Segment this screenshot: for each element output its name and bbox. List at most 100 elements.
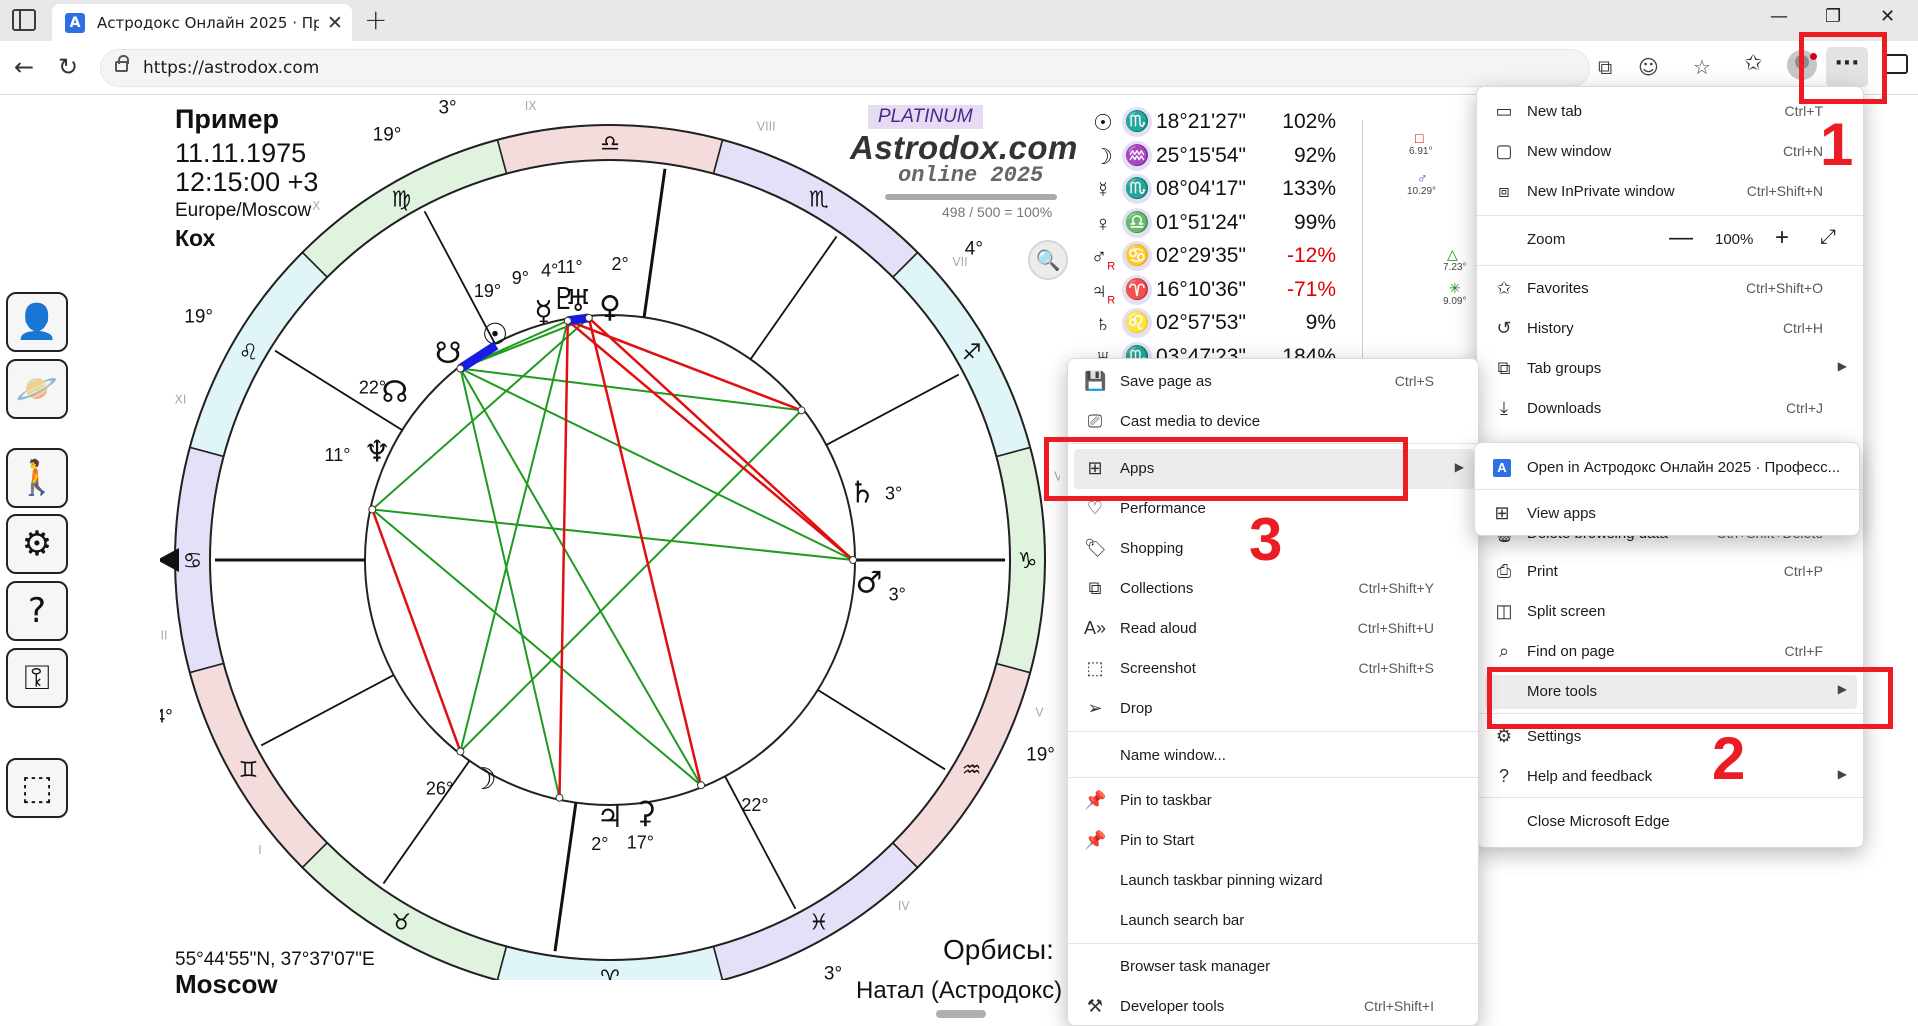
new-tab-icon: ▭	[1495, 101, 1513, 121]
find-icon: ⌕	[1498, 641, 1510, 661]
planet-glyph: ♄	[849, 475, 876, 510]
menu-find-on-page[interactable]: ⌕ Find on page Ctrl+F	[1477, 635, 1863, 669]
zoom-out-button[interactable]: —	[1669, 224, 1693, 252]
menu-pinning-wizard[interactable]: Launch taskbar pinning wizard	[1068, 864, 1478, 898]
sidebar-toggle-icon[interactable]	[1884, 54, 1908, 74]
planet-strength: 9%	[1305, 311, 1336, 334]
menu-screenshot[interactable]: ⬚ Screenshot Ctrl+Shift+S	[1068, 652, 1478, 686]
menu-pin-taskbar[interactable]: 📌 Pin to taskbar	[1068, 784, 1478, 818]
house-numeral: XI	[175, 393, 187, 407]
browser-tab[interactable]: A Астродокс Онлайн 2025 · Профе ✕	[52, 4, 352, 41]
menu-save-page[interactable]: 💾 Save page as Ctrl+S	[1068, 365, 1478, 399]
menu-open-in-app[interactable]: A Open in Астродокс Онлайн 2025 · Професс…	[1475, 451, 1859, 485]
aspect-glyph-cell: △	[1447, 246, 1458, 262]
menu-task-manager[interactable]: Browser task manager	[1068, 950, 1478, 984]
house-numeral: VIII	[757, 120, 776, 134]
planet-icon[interactable]: 🪐	[6, 359, 68, 419]
planet-row[interactable]: ♂R ♋ 02°29'35" -12%	[1090, 241, 1340, 273]
cusp-degree-label: 19°	[373, 125, 402, 146]
ascendant-arrow-icon	[160, 548, 179, 572]
site-info-lock-icon[interactable]	[115, 55, 129, 72]
menu-new-window[interactable]: ▢ New window Ctrl+N	[1477, 135, 1863, 169]
menu-pin-start[interactable]: 📌 Pin to Start	[1068, 824, 1478, 858]
tab-close-icon[interactable]: ✕	[327, 12, 343, 34]
minimize-icon[interactable]: —	[1770, 6, 1788, 27]
menu-favorites[interactable]: ✩ Favorites Ctrl+Shift+O	[1477, 272, 1863, 306]
planet-glyph: ♃R	[1090, 277, 1116, 306]
zodiac-sign-glyph: ♓	[809, 911, 829, 936]
planet-row[interactable]: ♃R ♈ 16°10'36" -71%	[1090, 274, 1340, 307]
planet-glyph: ☿	[534, 295, 552, 330]
house-numeral: II	[450, 978, 457, 980]
planet-row[interactable]: ☽ ♒ 25°15'54" 92%	[1090, 140, 1340, 173]
menu-collections[interactable]: ⧉ Collections Ctrl+Shift+Y	[1068, 572, 1478, 606]
help-icon[interactable]: ?	[6, 581, 68, 641]
planet-row[interactable]: ☿ ♏ 08°04'17" 133%	[1090, 174, 1340, 206]
refresh-icon[interactable]: ↻	[58, 53, 78, 81]
inprivate-icon: ⧈	[1498, 181, 1510, 201]
tab-actions-icon[interactable]	[12, 9, 36, 31]
favorites-icon[interactable]: ✩	[1744, 51, 1762, 76]
menu-developer-tools[interactable]: ⚒ Developer tools Ctrl+Shift+I	[1068, 990, 1478, 1024]
planet-row[interactable]: ♄ ♌ 02°57'53" 9%	[1090, 308, 1340, 340]
planet-row[interactable]: ♀ ♎ 01°51'24" 99%	[1090, 207, 1340, 240]
new-tab-plus-icon[interactable]: +	[364, 3, 387, 36]
menu-name-window[interactable]: Name window...	[1068, 739, 1478, 773]
menu-search-bar[interactable]: Launch search bar	[1068, 904, 1478, 938]
fullscreen-icon[interactable]: ⤢	[1820, 226, 1836, 249]
menu-divider	[1477, 265, 1863, 266]
aspect-endpoint	[555, 793, 564, 802]
aspect-endpoint	[368, 505, 377, 514]
zoom-in-button[interactable]: +	[1775, 224, 1789, 252]
add-favorite-star-icon[interactable]: ☆	[1693, 55, 1711, 79]
astrodox-favicon-icon: A	[65, 12, 85, 33]
menu-print[interactable]: ⎙ Print Ctrl+P	[1477, 555, 1863, 589]
close-window-icon[interactable]: ✕	[1880, 6, 1895, 27]
planet-glyph: ☋	[435, 336, 462, 371]
zodiac-sign-glyph: ♏	[809, 187, 829, 212]
new-window-icon: ▢	[1495, 141, 1513, 161]
planet-degree-label: 2°	[612, 254, 629, 274]
aspect-glyph-cell: ✳	[1449, 280, 1461, 296]
menu-split-screen[interactable]: ◫ Split screen	[1477, 595, 1863, 629]
planet-row[interactable]: ☉ ♏ 18°21'27" 102%	[1090, 107, 1340, 139]
menu-read-aloud[interactable]: A» Read aloud Ctrl+Shift+U	[1068, 612, 1478, 646]
menu-divider	[1068, 943, 1478, 944]
planet-degree-label: 17°	[627, 832, 654, 852]
menu-view-apps[interactable]: ⊞ View apps	[1475, 497, 1859, 531]
open-in-app-icon[interactable]: ⧉	[1598, 55, 1612, 79]
scroll-indicator[interactable]	[936, 1010, 986, 1018]
sign-glyph: ♋	[1122, 241, 1152, 271]
url-text[interactable]: https://astrodox.com	[143, 58, 319, 78]
menu-tab-groups[interactable]: ⧉ Tab groups ▶	[1477, 352, 1863, 386]
aspect-orb-label: 6.91°	[1409, 146, 1433, 157]
aspect-endpoint	[456, 747, 465, 756]
sign-glyph: ♏	[1122, 107, 1152, 137]
browser-essentials-icon[interactable]: ☺	[1638, 55, 1659, 79]
planet-glyph: ♆	[364, 434, 391, 469]
natal-chart-wheel: ♎♍♌♋♊♉♈♓♒♑♐♏IXVIIIVIIVIVIVIIIIIIXIIXIX25…	[160, 100, 1060, 980]
planet-degree-label: 9°	[512, 268, 529, 288]
key-icon[interactable]: ⚿	[6, 648, 68, 708]
menu-cast-media[interactable]: ⎚ Cast media to device	[1068, 405, 1478, 439]
menu-close-edge[interactable]: Close Microsoft Edge	[1477, 805, 1863, 839]
menu-downloads[interactable]: ⤓ Downloads Ctrl+J	[1477, 392, 1863, 426]
walker-icon[interactable]: 🚶	[6, 448, 68, 508]
address-bar[interactable]: https://astrodox.com ⧉ ☺ ☆	[100, 49, 1711, 87]
restore-icon[interactable]: ❐	[1825, 6, 1841, 27]
screenshot-icon[interactable]: ⬚	[6, 758, 68, 818]
house-cusp-line	[642, 168, 667, 318]
profile-card-icon[interactable]: 👤	[6, 292, 68, 352]
menu-new-inprivate[interactable]: ⧈ New InPrivate window Ctrl+Shift+N	[1477, 175, 1863, 209]
annotation-step-2: 2	[1712, 725, 1746, 792]
menu-help-feedback[interactable]: ? Help and feedback ▶	[1477, 760, 1863, 794]
gear-icon[interactable]: ⚙	[6, 514, 68, 574]
sign-glyph: ♏	[1122, 174, 1152, 204]
annotation-step-1: 1	[1820, 111, 1854, 178]
submenu-arrow-icon: ▶	[1454, 460, 1464, 474]
back-icon[interactable]: ←	[14, 53, 34, 81]
menu-drop[interactable]: ➢ Drop	[1068, 692, 1478, 726]
menu-history[interactable]: ↺ History Ctrl+H	[1477, 312, 1863, 346]
planet-strength: 92%	[1293, 143, 1336, 167]
house-cusp-line	[817, 689, 946, 771]
